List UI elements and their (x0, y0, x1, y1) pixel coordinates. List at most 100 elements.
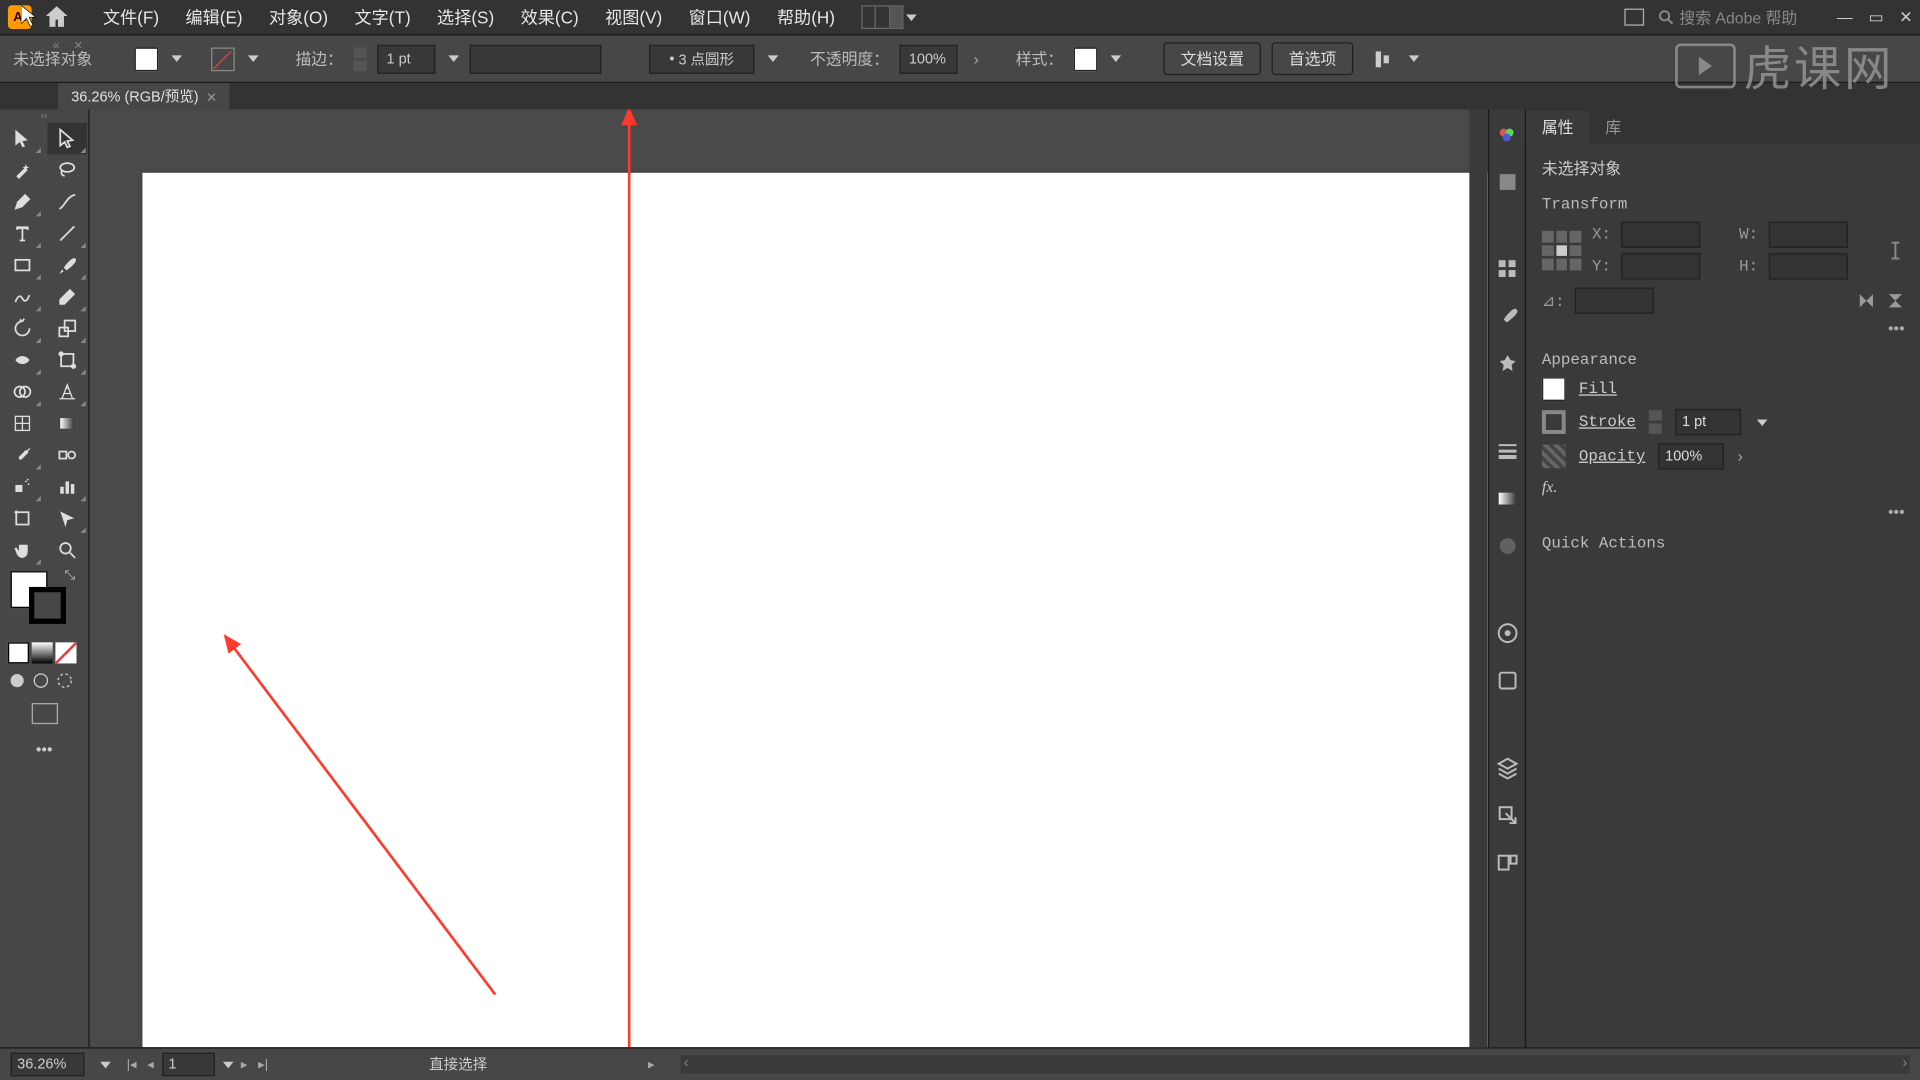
artboard[interactable] (142, 173, 1487, 1047)
first-artboard-icon[interactable]: |◂ (124, 1057, 139, 1072)
edit-toolbar-button[interactable]: ••• (0, 732, 88, 766)
appearance-panel-icon[interactable] (1495, 621, 1519, 645)
menu-view[interactable]: 视图(V) (592, 0, 676, 35)
graph-tool[interactable] (47, 471, 87, 503)
perspective-grid-tool[interactable] (47, 376, 87, 408)
reference-point-selector[interactable] (1542, 231, 1582, 271)
flip-horizontal-icon[interactable] (1857, 291, 1875, 309)
panel-stroke-input[interactable] (1675, 409, 1741, 435)
fill-stroke-control[interactable]: ⤡ (0, 566, 88, 640)
angle-input[interactable] (1575, 288, 1654, 314)
stroke-panel-icon[interactable] (1495, 439, 1519, 463)
last-artboard-icon[interactable]: ▸| (255, 1057, 270, 1072)
transparency-panel-icon[interactable] (1495, 534, 1519, 558)
shape-builder-tool[interactable] (3, 376, 43, 408)
rectangle-tool[interactable] (3, 249, 43, 281)
scale-tool[interactable] (47, 313, 87, 345)
curvature-tool[interactable] (47, 186, 87, 218)
screen-mode-button[interactable] (31, 703, 57, 724)
menu-select[interactable]: 选择(S) (424, 0, 508, 35)
draw-inside-icon[interactable] (55, 671, 73, 689)
opacity-swatch[interactable] (1542, 445, 1566, 469)
opacity-flyout-icon[interactable]: › (1738, 447, 1743, 465)
artboard-number-input[interactable] (162, 1053, 215, 1077)
magic-wand-tool[interactable] (3, 154, 43, 186)
y-input[interactable] (1622, 253, 1701, 279)
none-mode-icon[interactable] (55, 642, 76, 663)
opacity-flyout-icon[interactable]: › (973, 49, 978, 67)
toolbox-collapse-icon[interactable]: ‹‹ (0, 109, 88, 122)
menu-edit[interactable]: 编辑(E) (172, 0, 256, 35)
next-artboard-icon[interactable]: ▸ (238, 1057, 250, 1072)
hand-tool[interactable] (3, 534, 43, 566)
eraser-tool[interactable] (47, 281, 87, 313)
chevron-down-icon[interactable] (222, 1061, 233, 1068)
panel-more-options-icon[interactable]: ••• (1542, 503, 1905, 521)
panel-more-options-icon[interactable]: ••• (1542, 319, 1905, 337)
artboard-tool[interactable] (3, 503, 43, 535)
stroke-color-swatch[interactable] (1542, 410, 1566, 434)
free-transform-tool[interactable] (47, 344, 87, 376)
menu-help[interactable]: 帮助(H) (764, 0, 848, 35)
h-input[interactable] (1769, 253, 1848, 279)
fill-color-swatch[interactable] (1542, 377, 1566, 401)
line-tool[interactable] (47, 218, 87, 250)
tab-library[interactable]: 库 (1589, 111, 1637, 144)
blend-tool[interactable] (47, 439, 87, 471)
minimize-icon[interactable]: — (1837, 8, 1853, 26)
tab-properties[interactable]: 属性 (1526, 111, 1589, 144)
w-input[interactable] (1769, 222, 1848, 248)
workspace-switcher[interactable] (861, 5, 903, 29)
tab-close-icon[interactable]: × (207, 86, 217, 106)
graphic-styles-panel-icon[interactable] (1495, 669, 1519, 693)
shaper-tool[interactable] (3, 281, 43, 313)
gradient-panel-icon[interactable] (1495, 487, 1519, 511)
selection-tool[interactable] (3, 123, 43, 155)
symbol-sprayer-tool[interactable] (3, 471, 43, 503)
color-panel-icon[interactable] (1495, 123, 1519, 147)
chevron-down-icon[interactable] (1757, 419, 1768, 426)
paintbrush-tool[interactable] (47, 249, 87, 281)
eyedropper-tool[interactable] (3, 439, 43, 471)
stroke-profile[interactable] (470, 44, 602, 73)
menu-file[interactable]: 文件(F) (90, 0, 173, 35)
draw-normal-icon[interactable] (8, 671, 26, 689)
chevron-down-icon[interactable] (449, 55, 460, 62)
arrange-docs-icon[interactable] (1624, 8, 1645, 26)
brush-definition[interactable]: 3 点圆形 (649, 44, 755, 73)
chevron-down-icon[interactable] (906, 14, 917, 21)
home-icon[interactable] (42, 3, 71, 32)
color-guide-panel-icon[interactable] (1495, 170, 1519, 194)
chevron-down-icon[interactable] (768, 55, 779, 62)
color-mode-icon[interactable] (8, 642, 29, 663)
rotate-tool[interactable] (3, 313, 43, 345)
brushes-panel-icon[interactable] (1495, 305, 1519, 329)
style-swatch[interactable] (1074, 47, 1098, 71)
swap-fill-stroke-icon[interactable]: ⤡ (65, 568, 76, 583)
close-icon[interactable]: ✕ (1899, 8, 1912, 26)
direct-selection-tool[interactable] (47, 123, 87, 155)
chevron-down-icon[interactable] (248, 55, 259, 62)
constrain-proportions-icon[interactable] (1886, 235, 1904, 267)
opacity-input[interactable] (900, 44, 958, 73)
menu-window[interactable]: 窗口(W) (675, 0, 763, 35)
stroke-weight-input[interactable] (377, 44, 435, 73)
width-tool[interactable] (3, 344, 43, 376)
layers-panel-icon[interactable] (1495, 756, 1519, 780)
menu-type[interactable]: 文字(T) (341, 0, 424, 35)
fx-button[interactable]: fx. (1542, 477, 1905, 497)
x-input[interactable] (1622, 222, 1701, 248)
lasso-tool[interactable] (47, 154, 87, 186)
document-setup-button[interactable]: 文档设置 (1163, 42, 1261, 75)
gradient-mode-icon[interactable] (32, 642, 53, 663)
fill-swatch[interactable] (135, 47, 159, 71)
chevron-down-icon[interactable] (100, 1061, 111, 1068)
zoom-tool[interactable] (47, 534, 87, 566)
canvas-area[interactable]: 下面我们来认识一下AI的操作界面，点击AI界面的【新建】一个画板， 在界面上方是… (90, 109, 1488, 1047)
chevron-down-icon[interactable] (171, 55, 182, 62)
panel-stroke-spinner[interactable] (1649, 409, 1662, 435)
chevron-down-icon[interactable] (1111, 55, 1122, 62)
maximize-icon[interactable]: ▭ (1868, 8, 1883, 26)
prev-artboard-icon[interactable]: ◂ (145, 1057, 157, 1072)
status-flyout-icon[interactable]: ▸ (645, 1057, 657, 1072)
